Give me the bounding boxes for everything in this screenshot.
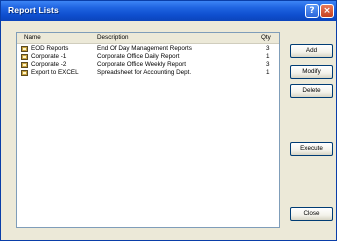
report-icon <box>21 54 28 60</box>
help-button[interactable]: ? <box>305 4 319 18</box>
report-qty: 1 <box>266 69 270 76</box>
report-description: Corporate Office Daily Report <box>97 53 180 60</box>
close-icon: × <box>323 6 331 16</box>
execute-button[interactable]: Execute <box>290 142 333 156</box>
report-lists-window: Report Lists ? × Name Description Qty EO… <box>0 0 337 241</box>
report-qty: 1 <box>266 53 270 60</box>
column-header-description[interactable]: Description <box>97 34 129 41</box>
report-name: Corporate -1 <box>31 53 67 60</box>
report-qty: 3 <box>266 45 270 52</box>
report-description: Spreadsheet for Accounting Dept. <box>97 69 192 76</box>
close-button[interactable]: Close <box>290 207 333 221</box>
report-icon <box>21 70 28 76</box>
list-item[interactable]: Corporate -1 Corporate Office Daily Repo… <box>17 53 279 61</box>
column-header-qty[interactable]: Qty <box>261 34 271 41</box>
add-button[interactable]: Add <box>290 44 333 58</box>
report-name: EOD Reports <box>31 45 69 52</box>
window-title: Report Lists <box>8 5 59 15</box>
title-bar[interactable]: Report Lists ? × <box>1 1 336 21</box>
list-header: Name Description Qty <box>17 33 279 44</box>
column-header-name[interactable]: Name <box>24 34 41 41</box>
report-description: End Of Day Management Reports <box>97 45 192 52</box>
help-icon: ? <box>309 6 315 16</box>
report-qty: 3 <box>266 61 270 68</box>
report-list[interactable]: Name Description Qty EOD Reports End Of … <box>16 32 280 228</box>
report-description: Corporate Office Weekly Report <box>97 61 187 68</box>
report-name: Export to EXCEL <box>31 69 79 76</box>
delete-button[interactable]: Delete <box>290 84 333 98</box>
modify-button[interactable]: Modify <box>290 65 333 79</box>
close-window-button[interactable]: × <box>320 4 334 18</box>
list-item[interactable]: EOD Reports End Of Day Management Report… <box>17 45 279 53</box>
report-icon <box>21 46 28 52</box>
list-item[interactable]: Export to EXCEL Spreadsheet for Accounti… <box>17 69 279 77</box>
report-icon <box>21 62 28 68</box>
report-name: Corporate -2 <box>31 61 67 68</box>
list-item[interactable]: Corporate -2 Corporate Office Weekly Rep… <box>17 61 279 69</box>
